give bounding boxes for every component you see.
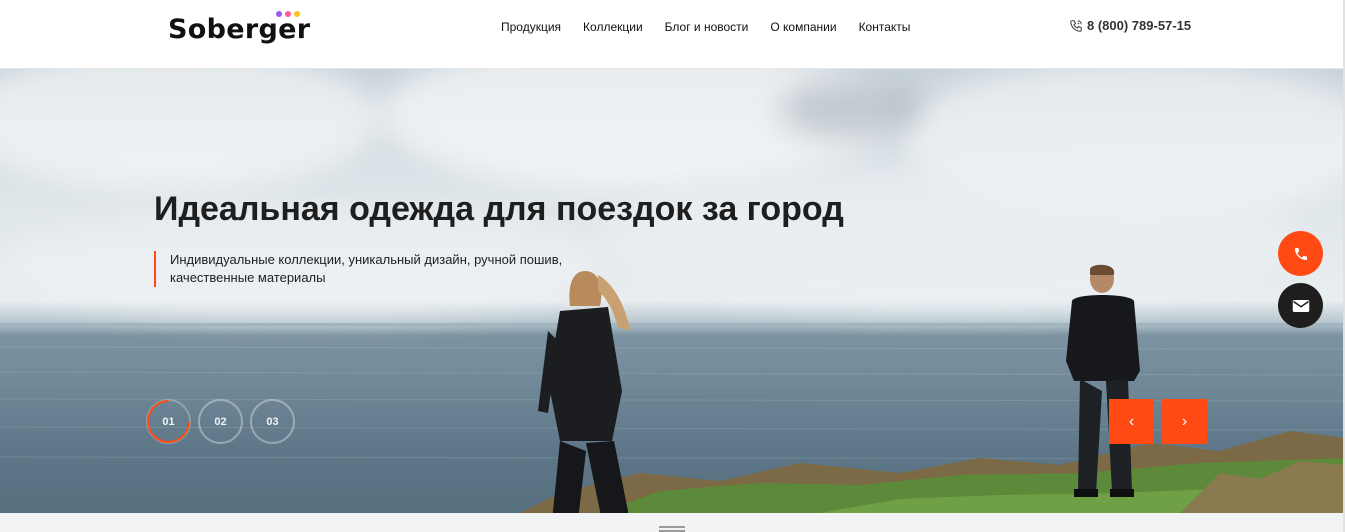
cloud [780,79,920,139]
slide-pagination: 01 02 03 [146,399,295,444]
hero-slider: Идеальная одежда для поездок за город Ин… [0,69,1345,513]
slide-dot-label: 03 [266,415,279,428]
menu-handle-icon[interactable] [659,526,685,532]
hero-subtitle-line: Индивидуальные коллекции, уникальный диз… [170,252,563,267]
slide-dot-3[interactable]: 03 [250,399,295,444]
person-woman [538,271,630,513]
next-slide-button[interactable]: › [1162,399,1207,444]
nav-item-contacts[interactable]: Контакты [859,19,911,35]
logo-dot [285,11,291,17]
logo-dot [276,11,282,17]
nav-item-collections[interactable]: Коллекции [583,19,643,35]
logo[interactable]: Soberger [168,10,310,50]
chevron-left-icon: ‹ [1128,412,1135,430]
slide-dot-2[interactable]: 02 [198,399,243,444]
slide-progress-ring [147,400,190,443]
hero-title: Идеальная одежда для поездок за город [154,190,844,228]
phone-icon [1294,247,1307,260]
callback-button[interactable] [1278,231,1323,276]
chevron-right-icon: › [1181,412,1188,430]
main-nav: Продукция Коллекции Блог и новости О ком… [501,19,910,35]
nav-item-about[interactable]: О компании [770,19,836,35]
hero-subtitle-line: качественные материалы [170,270,326,285]
logo-text: Soberger [168,14,311,45]
mail-icon [1292,299,1309,312]
phone-icon [1070,19,1082,32]
logo-dot [294,11,300,17]
person-man [1066,264,1140,497]
site-header: Soberger Продукция Коллекции Блог и ново… [0,0,1345,69]
email-button[interactable] [1278,283,1323,328]
nav-item-products[interactable]: Продукция [501,19,561,35]
prev-slide-button[interactable]: ‹ [1109,399,1154,444]
logo-dots [276,11,300,17]
cloud [0,69,380,189]
slide-dot-label: 02 [214,415,227,428]
header-phone[interactable]: 8 (800) 789-57-15 [1069,18,1191,33]
slide-dot-1[interactable]: 01 [146,399,191,444]
phone-number: 8 (800) 789-57-15 [1087,18,1192,33]
hero-subtitle: Индивидуальные коллекции, уникальный диз… [154,251,574,287]
nav-item-blog[interactable]: Блог и новости [665,19,749,35]
